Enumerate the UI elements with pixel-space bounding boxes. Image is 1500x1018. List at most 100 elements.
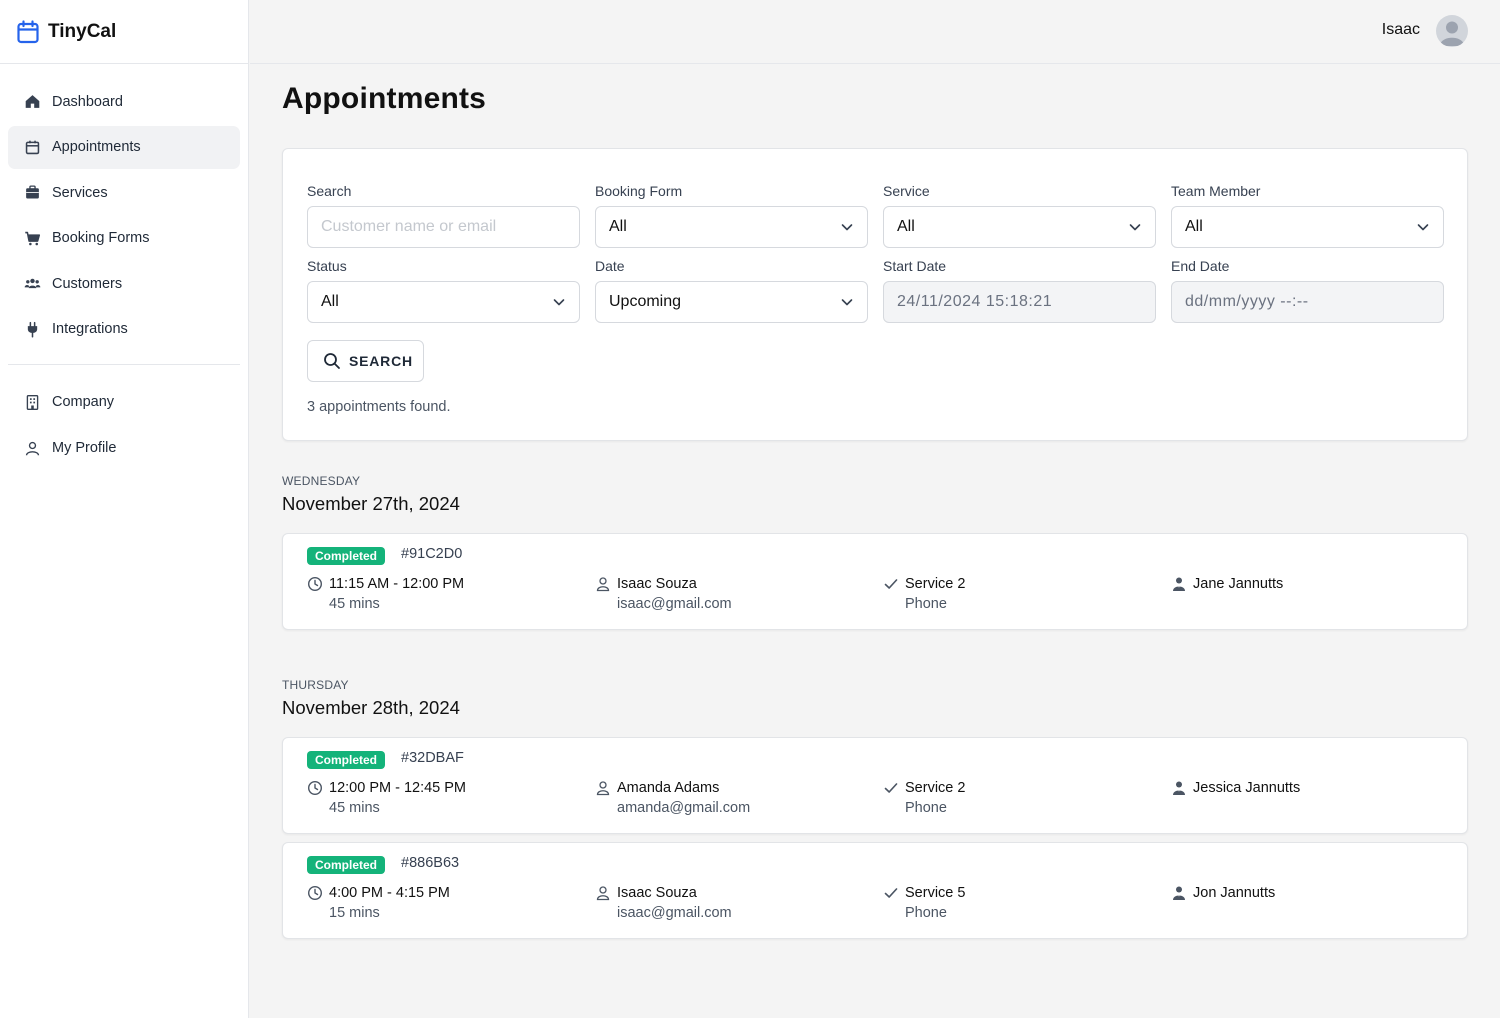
team-member-name: Jon Jannutts [1193,885,1276,901]
status-label: Status [307,258,347,274]
customer-name: Isaac Souza [617,576,697,592]
team-member-label: Team Member [1171,183,1261,199]
appointment-id-value: 32DBAF [409,750,464,766]
customer-email: isaac@gmail.com [617,596,732,612]
day-weekday: THURSDAY [282,678,349,692]
team-member-icon [1173,886,1185,900]
appointment-service: Service 2 Phone [883,778,965,818]
user-icon [596,781,610,796]
sidebar-item-appointments[interactable]: Appointments [8,125,240,169]
day-header: WEDNESDAY November 27th, 2024 [282,474,1468,515]
booking-form-field: Booking Form All [595,183,868,248]
status-select[interactable]: All [307,281,580,323]
brand[interactable]: TinyCal [0,0,248,64]
day-date: November 28th, 2024 [282,697,460,718]
end-date-label: End Date [1171,258,1230,274]
chevron-down-icon [1129,224,1141,231]
search-button[interactable]: SEARCH [307,340,424,382]
brand-name: TinyCal [48,20,117,42]
appointment-card[interactable]: Completed #91C2D0 11:15 AM - 12:00 PM 45 … [282,533,1468,630]
sidebar-item-my-profile[interactable]: My Profile [8,427,240,470]
status-badge: Completed [307,751,386,769]
cart-icon [23,229,41,247]
service-name: Service 2 [905,780,966,796]
sidebar-item-booking-forms[interactable]: Booking Forms [8,217,240,260]
appointment-team-member: Jon Jannutts [1171,883,1275,903]
day-date: November 27th, 2024 [282,493,460,514]
booking-form-select[interactable]: All [595,206,868,248]
service-value: All [897,218,915,235]
sidebar-item-label: Services [52,184,108,201]
chevron-down-icon [841,224,853,231]
check-icon [884,579,898,589]
appointment-id: #91C2D0 [401,546,463,562]
service-channel: Phone [905,596,947,612]
end-date-input[interactable]: dd/mm/yyyy --:-- [1171,281,1444,323]
date-label: Date [595,258,625,274]
appointment-id: #32DBAF [401,750,464,766]
search-placeholder: Customer name or email [321,218,497,235]
time-range: 4:00 PM - 4:15 PM [329,885,450,901]
search-input[interactable]: Customer name or email [307,206,580,248]
briefcase-icon [23,184,41,202]
status-badge: Completed [307,547,386,565]
team-member-name: Jessica Jannutts [1193,780,1301,796]
appointment-card[interactable]: Completed #886B63 4:00 PM - 4:15 PM 15 mi… [282,842,1468,939]
sidebar-item-dashboard[interactable]: Dashboard [8,80,240,123]
calendar-icon [23,138,41,156]
appointment-card[interactable]: Completed #32DBAF 12:00 PM - 12:45 PM 45 … [282,737,1468,834]
start-date-label: Start Date [883,258,947,274]
service-name: Service 5 [905,885,966,901]
appointment-time: 11:15 AM - 12:00 PM 45 mins [307,574,464,614]
team-member-field: Team Member All [1171,183,1444,248]
booking-form-label: Booking Form [595,183,683,199]
status-badge: Completed [307,856,386,874]
status-field: Status All [307,258,580,323]
date-value: Upcoming [609,293,682,310]
start-date-field: Start Date 24/11/2024 15:18:21 [883,258,1156,323]
service-field: Service All [883,183,1156,248]
sidebar-item-customers[interactable]: Customers [8,262,240,305]
search-icon [324,353,340,369]
appointment-id-value: 886B63 [409,855,460,871]
page-title: Appointments [282,82,487,115]
sidebar-item-label: Dashboard [52,93,123,110]
customer-email: amanda@gmail.com [617,800,751,816]
building-icon [23,393,41,411]
duration: 15 mins [329,905,380,921]
appointment-team-member: Jane Jannutts [1171,574,1283,594]
date-field: Date Upcoming [595,258,868,323]
topbar: Isaac [250,0,1500,64]
service-select[interactable]: All [883,206,1156,248]
status-value: All [321,293,339,310]
sidebar-item-label: Customers [52,275,123,292]
sidebar-item-label: Company [52,394,115,411]
appointment-time: 12:00 PM - 12:45 PM 45 mins [307,778,466,818]
start-date-input[interactable]: 24/11/2024 15:18:21 [883,281,1156,323]
search-button-label: SEARCH [349,353,413,369]
chevron-down-icon [841,299,853,306]
user-name[interactable]: Isaac [1382,21,1420,39]
avatar[interactable] [1436,15,1468,47]
customer-email: isaac@gmail.com [617,905,732,921]
booking-form-value: All [609,218,627,235]
users-icon [23,275,41,293]
appointment-service: Service 2 Phone [883,574,965,614]
date-select[interactable]: Upcoming [595,281,868,323]
time-range: 12:00 PM - 12:45 PM [329,780,467,796]
sidebar-item-integrations[interactable]: Integrations [8,308,240,351]
appointment-id-value: 91C2D0 [409,546,463,562]
service-name: Service 2 [905,576,966,592]
clock-icon [307,576,323,592]
end-date-field: End Date dd/mm/yyyy --:-- [1171,258,1444,323]
customer-name: Isaac Souza [617,885,697,901]
time-range: 11:15 AM - 12:00 PM [329,576,465,592]
user-icon [596,886,610,901]
sidebar-item-company[interactable]: Company [8,381,240,424]
team-member-select[interactable]: All [1171,206,1444,248]
appointment-id: #886B63 [401,855,460,871]
chevron-down-icon [1417,224,1429,231]
team-member-name: Jane Jannutts [1193,576,1284,592]
search-label: Search [307,183,352,199]
sidebar-item-services[interactable]: Services [8,171,240,214]
